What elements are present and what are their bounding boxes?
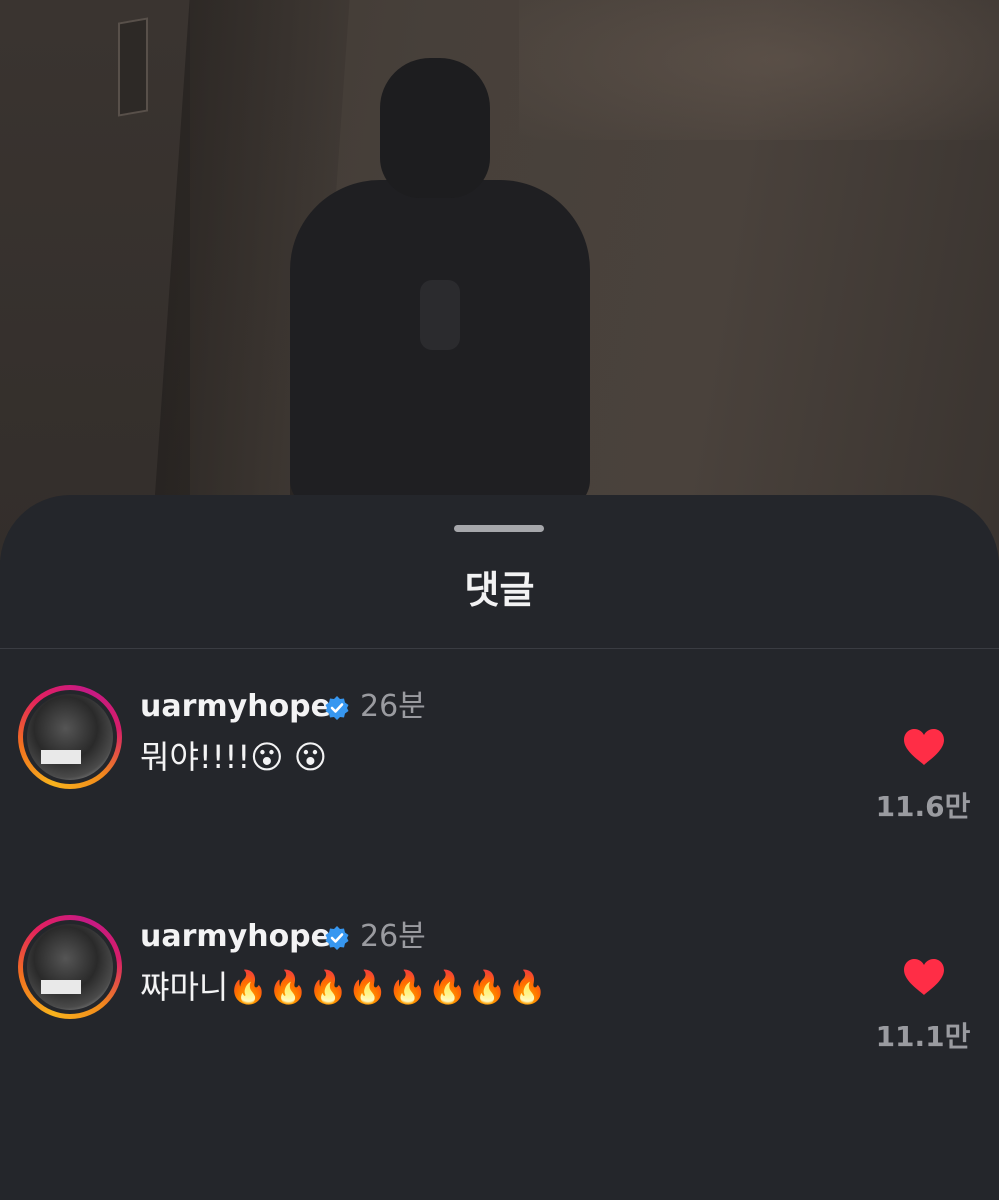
- story-ring[interactable]: [18, 915, 122, 1019]
- comments-sheet: 댓글 uarmyhope 26분 뭐야!!!!😮 😮 11.6만 uarmyho…: [0, 495, 999, 1200]
- heart-icon[interactable]: [902, 727, 946, 767]
- comment-time: 26분: [360, 689, 426, 724]
- comment-item: uarmyhope 26분 쨔마니🔥🔥🔥🔥🔥🔥🔥🔥 11.1만: [0, 915, 999, 1075]
- avatar: [27, 694, 113, 780]
- sheet-title: 댓글: [464, 568, 535, 612]
- video-figure-print: [420, 280, 460, 350]
- video-light: [519, 0, 999, 140]
- like-count: 11.6만: [875, 790, 971, 823]
- username[interactable]: uarmyhope: [140, 915, 331, 959]
- divider: [0, 648, 999, 649]
- comment-text: 쨔마니🔥🔥🔥🔥🔥🔥🔥🔥: [140, 968, 548, 1006]
- verified-badge-icon: [325, 926, 349, 950]
- verified-badge-icon: [325, 696, 349, 720]
- video-figure-head: [380, 58, 490, 198]
- story-ring[interactable]: [18, 685, 122, 789]
- avatar-tag: [41, 750, 81, 764]
- video-background[interactable]: [0, 0, 999, 560]
- like-count: 11.1만: [875, 1020, 971, 1053]
- screen: 댓글 uarmyhope 26분 뭐야!!!!😮 😮 11.6만 uarmyho…: [0, 0, 999, 1200]
- comment-item: uarmyhope 26분 뭐야!!!!😮 😮 11.6만: [0, 685, 999, 845]
- comment-time: 26분: [360, 919, 426, 954]
- heart-icon[interactable]: [902, 957, 946, 997]
- avatar: [27, 924, 113, 1010]
- sheet-grabber[interactable]: [454, 525, 544, 532]
- avatar-tag: [41, 980, 81, 994]
- comment-text: 뭐야!!!!😮 😮: [140, 738, 328, 776]
- video-frame-art: [118, 17, 148, 117]
- username[interactable]: uarmyhope: [140, 685, 331, 729]
